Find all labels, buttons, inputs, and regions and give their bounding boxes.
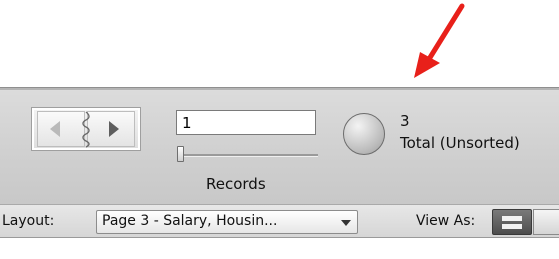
red-annotation-arrow	[414, 3, 465, 78]
record-book-icon	[31, 107, 141, 151]
layout-dropdown-value: Page 3 - Salary, Housin...	[102, 213, 278, 229]
previous-record-icon[interactable]	[50, 121, 60, 137]
sort-status-pie-icon[interactable]	[343, 113, 385, 155]
record-slider-thumb[interactable]	[177, 146, 184, 162]
record-number-input[interactable]	[176, 110, 316, 135]
form-view-icon[interactable]	[492, 209, 532, 235]
total-record-count: 3	[400, 112, 410, 130]
layout-bar: Layout: Page 3 - Salary, Housin... View …	[0, 205, 559, 238]
next-record-icon[interactable]	[109, 121, 119, 137]
layout-label: Layout:	[2, 213, 55, 229]
record-slider-track[interactable]	[178, 154, 318, 157]
records-label: Records	[206, 175, 266, 193]
form-view-bar-top	[502, 216, 522, 221]
book-left-page	[37, 111, 85, 147]
chevron-down-icon	[341, 220, 351, 226]
total-sort-status: Total (Unsorted)	[400, 134, 520, 152]
toolbar-top-line	[0, 88, 559, 90]
layout-dropdown[interactable]: Page 3 - Salary, Housin...	[96, 210, 358, 234]
view-as-label: View As:	[416, 213, 476, 229]
form-view-bar-bottom	[502, 224, 522, 229]
list-view-icon[interactable]	[533, 209, 559, 235]
book-spine-icon	[82, 111, 90, 148]
status-toolbar: Records 3 Total (Unsorted)	[0, 87, 559, 205]
